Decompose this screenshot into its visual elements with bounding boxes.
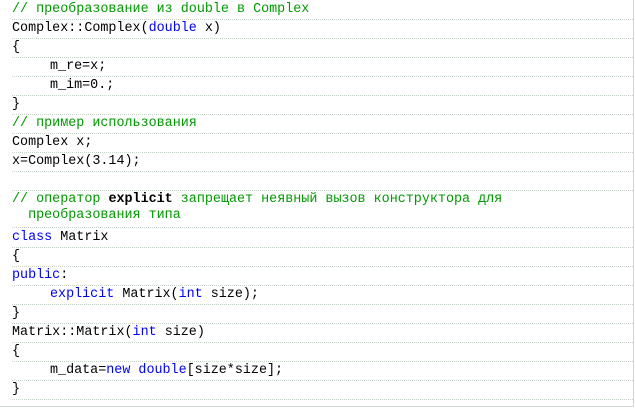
code-line-18: {	[12, 342, 633, 362]
comment-continuation: преобразования типа	[12, 208, 181, 223]
code-line-11: // оператор explicit запрещает неявный в…	[12, 190, 633, 228]
keyword: class	[12, 230, 53, 245]
code-text: Complex::Complex(	[12, 21, 149, 36]
code-line-13: {	[12, 247, 633, 267]
comment: запрещает неявный вызов конструктора для	[172, 192, 503, 207]
code-text: size);	[202, 287, 259, 302]
keyword: explicit	[50, 287, 115, 302]
code-text: Matrix	[52, 230, 109, 245]
code-line-12: class Matrix	[12, 228, 633, 248]
code-text: m_data=	[50, 363, 107, 378]
code-text: Matrix::Matrix(	[12, 325, 133, 340]
code-text: m_re=x;	[50, 59, 107, 74]
code-line-19: m_data=new double[size*size];	[12, 361, 633, 381]
keyword: new	[106, 363, 131, 378]
comment: // пример использования	[12, 116, 197, 131]
code-line-14: public:	[12, 266, 633, 286]
code-line-9: x=Complex(3.14);	[12, 152, 633, 172]
keyword: int	[132, 325, 157, 340]
code-line-10-blank	[12, 171, 633, 191]
brace: }	[12, 97, 21, 112]
brace: }	[12, 382, 21, 397]
comment: // оператор	[12, 192, 109, 207]
code-line-2: Complex::Complex(double x)	[12, 19, 633, 39]
code-text: :	[60, 268, 69, 283]
code-line-20: }	[12, 380, 633, 400]
code-line-6: }	[12, 95, 633, 115]
code-line-17: Matrix::Matrix(int size)	[12, 323, 633, 343]
code-text: m_im=0.;	[50, 78, 115, 93]
brace: }	[12, 306, 21, 321]
brace: {	[12, 249, 21, 264]
code-line-5: m_im=0.;	[12, 76, 633, 96]
code-text: Matrix(	[114, 287, 179, 302]
code-line-4: m_re=x;	[12, 57, 633, 77]
keyword: double	[148, 21, 197, 36]
keyword: double	[138, 363, 187, 378]
code-line-3: {	[12, 38, 633, 58]
brace: {	[12, 40, 21, 55]
keyword: int	[178, 287, 203, 302]
keyword-bold: explicit	[108, 192, 173, 207]
code-text: Complex x;	[12, 135, 93, 150]
keyword: public	[12, 268, 61, 283]
comment: // преобразование из double в Complex	[12, 2, 310, 17]
code-text: x)	[196, 21, 221, 36]
code-text: x=Complex(3.14);	[12, 154, 141, 169]
code-line-8: Complex x;	[12, 133, 633, 153]
code-text: [size*size];	[186, 363, 284, 378]
code-listing: // преобразование из double в Complex Co…	[0, 0, 634, 407]
code-line-15: explicit Matrix(int size);	[12, 285, 633, 305]
code-line-16: }	[12, 304, 633, 324]
code-text: size)	[156, 325, 205, 340]
code-line-7: // пример использования	[12, 114, 633, 134]
code-line-1: // преобразование из double в Complex	[12, 0, 633, 20]
brace: {	[12, 344, 21, 359]
